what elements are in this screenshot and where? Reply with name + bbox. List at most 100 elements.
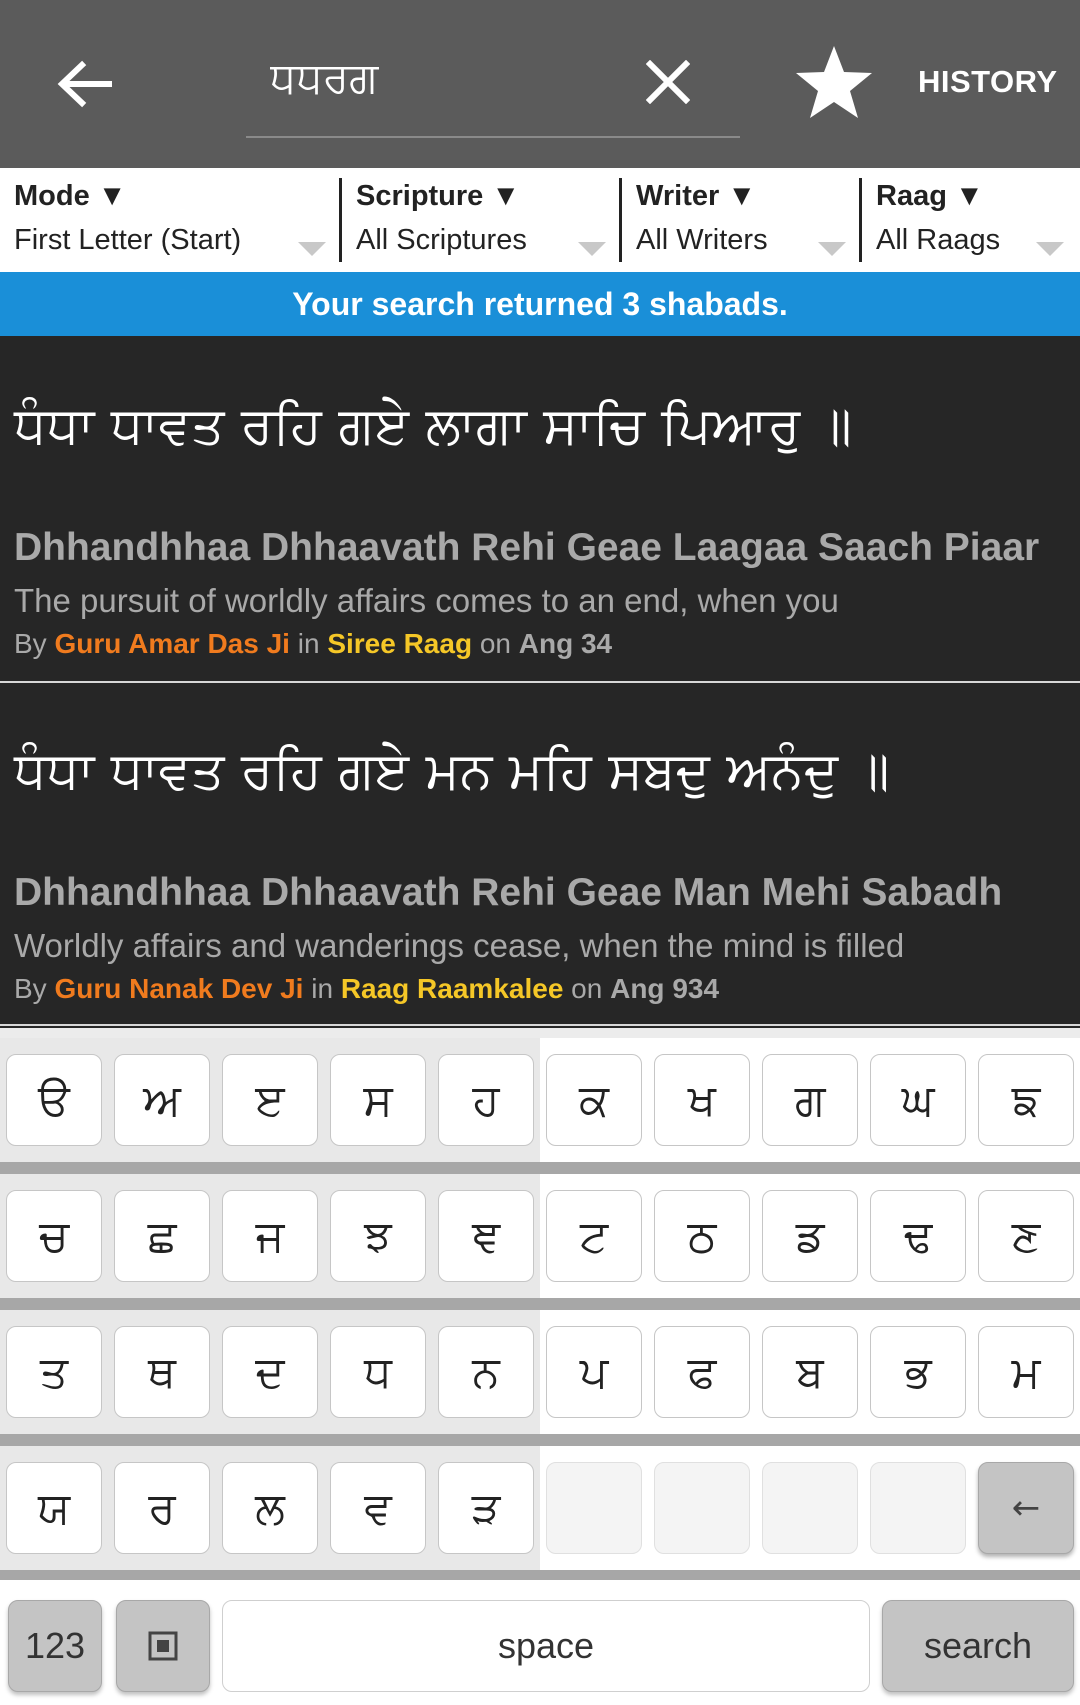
space-key[interactable]: space [222, 1600, 870, 1692]
key[interactable]: ਞ [438, 1190, 534, 1282]
keyboard-row: ੳ ਅ ੲ ਸ ਹ ਕ ਖ ਗ ਘ ਙ [0, 1038, 1080, 1162]
key[interactable]: ਸ [330, 1054, 426, 1146]
keyboard-bottom-row: 123 space search [0, 1580, 1080, 1705]
keyboard-row: ਚ ਛ ਜ ਝ ਞ ਟ ਠ ਡ ਢ ਣ [0, 1174, 1080, 1298]
key[interactable]: ਦ [222, 1326, 318, 1418]
key[interactable]: ਢ [870, 1190, 966, 1282]
result-gurmukhi: ਧੰਧਾ ਧਾਵਤ ਰਹਿ ਗਏ ਮਨ ਮਹਿ ਸਬਦੁ ਅਨੰਦੁ ॥ [14, 741, 890, 801]
result-separator [0, 1024, 1080, 1026]
result-writer: Guru Amar Das Ji [54, 628, 290, 659]
key[interactable]: ਹ [438, 1054, 534, 1146]
key[interactable]: ਜ [222, 1190, 318, 1282]
keyboard-row-divider [0, 1434, 1080, 1446]
key-empty [762, 1462, 858, 1554]
key[interactable]: ਧ [330, 1326, 426, 1418]
square-toggle-icon [148, 1631, 178, 1661]
result-item[interactable]: ਧੰਧਾ ਧਾਵਤ ਰਹਿ ਗਏ ਮਨ ਮਹਿ ਸਬਦੁ ਅਨੰਦੁ ॥ Dhh… [0, 683, 1080, 1023]
key[interactable]: ਵ [330, 1462, 426, 1554]
gurmukhi-keyboard: ੳ ਅ ੲ ਸ ਹ ਕ ਖ ਗ ਘ ਙ ਚ ਛ ਜ ਝ ਞ ਟ ਠ ਡ ਢ ਣ … [0, 1028, 1080, 1705]
key[interactable]: ੳ [6, 1054, 102, 1146]
meta-in: in [311, 973, 334, 1004]
app-bar: HISTORY [0, 0, 1080, 168]
filter-writer[interactable]: Writer ▼ All Writers [622, 168, 862, 272]
results-count-banner: Your search returned 3 shabads. [0, 272, 1080, 336]
key[interactable]: ਫ [654, 1326, 750, 1418]
result-raag: Raag Raamkalee [340, 973, 564, 1004]
meta-on: on [571, 973, 603, 1004]
key[interactable]: ਤ [6, 1326, 102, 1418]
dropdown-caret-icon [818, 242, 846, 256]
key[interactable]: ਭ [870, 1326, 966, 1418]
result-meta: By Guru Amar Das Ji in Siree Raag on Ang… [14, 628, 612, 660]
key[interactable]: ਬ [762, 1326, 858, 1418]
filter-scripture-value: All Scriptures [356, 224, 527, 256]
meta-by: By [14, 973, 47, 1004]
key[interactable]: ਨ [438, 1326, 534, 1418]
filter-mode[interactable]: Mode ▼ First Letter (Start) [0, 168, 342, 272]
key[interactable]: ਡ [762, 1190, 858, 1282]
key[interactable]: ਛ [114, 1190, 210, 1282]
keyboard-row: ਯ ਰ ਲ ਵ ੜ ← [0, 1446, 1080, 1570]
result-ang: Ang 34 [518, 628, 613, 659]
key[interactable]: ਖ [654, 1054, 750, 1146]
result-meta: By Guru Nanak Dev Ji in Raag Raamkalee o… [14, 973, 719, 1005]
key[interactable]: ੲ [222, 1054, 318, 1146]
key[interactable]: ਣ [978, 1190, 1074, 1282]
keyboard-row-divider [0, 1298, 1080, 1310]
key[interactable]: ਠ [654, 1190, 750, 1282]
favorite-button[interactable] [790, 38, 878, 126]
key[interactable]: ਅ [114, 1054, 210, 1146]
key[interactable]: ਘ [870, 1054, 966, 1146]
key[interactable]: ਗ [762, 1054, 858, 1146]
result-transliteration: Dhhandhhaa Dhhaavath Rehi Geae Man Mehi … [14, 871, 1003, 914]
key[interactable]: ਯ [6, 1462, 102, 1554]
filter-raag[interactable]: Raag ▼ All Raags [862, 168, 1080, 272]
keyboard-row-divider [0, 1570, 1080, 1580]
mode-toggle-key[interactable] [116, 1600, 210, 1692]
key[interactable]: ਕ [546, 1054, 642, 1146]
result-writer: Guru Nanak Dev Ji [54, 973, 304, 1004]
filter-scripture[interactable]: Scripture ▼ All Scriptures [342, 168, 622, 272]
key[interactable]: ਲ [222, 1462, 318, 1554]
result-transliteration: Dhhandhhaa Dhhaavath Rehi Geae Laagaa Sa… [14, 526, 1040, 569]
results-list: ਧੰਧਾ ਧਾਵਤ ਰਹਿ ਗਏ ਲਾਗਾ ਸਾਚਿ ਪਿਆਰੁ ॥ Dhhan… [0, 336, 1080, 1028]
key[interactable]: ਙ [978, 1054, 1074, 1146]
key[interactable]: ੜ [438, 1462, 534, 1554]
backspace-key[interactable]: ← [978, 1462, 1074, 1554]
result-translation: Worldly affairs and wanderings cease, wh… [14, 927, 905, 964]
result-translation: The pursuit of worldly affairs comes to … [14, 582, 839, 619]
result-item[interactable]: ਧੰਧਾ ਧਾਵਤ ਰਹਿ ਗਏ ਲਾਗਾ ਸਾਚਿ ਪਿਆਰੁ ॥ Dhhan… [0, 336, 1080, 682]
search-input[interactable] [270, 46, 650, 110]
key[interactable]: ਮ [978, 1326, 1074, 1418]
filter-mode-title: Mode ▼ [14, 180, 127, 212]
result-raag: Siree Raag [327, 628, 473, 659]
dropdown-caret-icon [1036, 242, 1064, 256]
keyboard-row: ਤ ਥ ਦ ਧ ਨ ਪ ਫ ਬ ਭ ਮ [0, 1310, 1080, 1434]
key[interactable]: ਝ [330, 1190, 426, 1282]
result-ang: Ang 934 [610, 973, 720, 1004]
clear-search-button[interactable] [646, 50, 690, 114]
keyboard-row-divider [0, 1162, 1080, 1174]
back-arrow-icon [57, 60, 112, 108]
search-key[interactable]: search [882, 1600, 1074, 1692]
history-button[interactable]: HISTORY [918, 64, 1058, 100]
dropdown-caret-icon [578, 242, 606, 256]
key[interactable]: ਚ [6, 1190, 102, 1282]
numbers-key[interactable]: 123 [8, 1600, 102, 1692]
filter-scripture-title: Scripture ▼ [356, 180, 521, 212]
key-empty [654, 1462, 750, 1554]
key[interactable]: ਥ [114, 1326, 210, 1418]
filter-bar: Mode ▼ First Letter (Start) Scripture ▼ … [0, 168, 1080, 272]
close-icon [646, 60, 690, 104]
key[interactable]: ਟ [546, 1190, 642, 1282]
back-button[interactable] [44, 44, 124, 124]
meta-on: on [479, 628, 511, 659]
key-empty [546, 1462, 642, 1554]
filter-writer-value: All Writers [636, 224, 768, 256]
filter-raag-value: All Raags [876, 224, 1001, 256]
dropdown-caret-icon [298, 242, 326, 256]
key[interactable]: ਪ [546, 1326, 642, 1418]
key[interactable]: ਰ [114, 1462, 210, 1554]
filter-mode-value: First Letter (Start) [14, 224, 242, 256]
meta-by: By [14, 628, 47, 659]
